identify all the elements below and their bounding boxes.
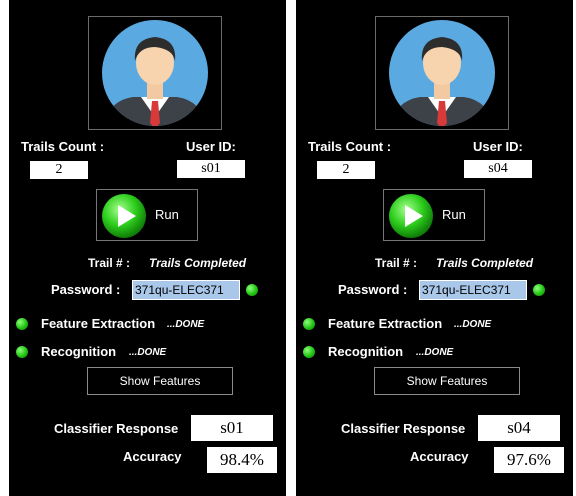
avatar [375,16,509,130]
recognition-status: ...DONE [416,347,454,358]
trail-status: Trails Completed [149,256,247,270]
password-input[interactable]: 371qu-ELEC371 [419,280,527,300]
classifier-response-field: s01 [191,415,273,441]
trails-count-field[interactable]: 2 [30,161,88,179]
trail-label: Trail # : [375,256,418,270]
user-avatar-icon [102,20,208,126]
trails-count-label: Trails Count : [308,139,392,154]
play-icon [102,194,146,238]
feature-extraction-status: ...DONE [167,319,205,330]
accuracy-field: 97.6% [494,447,564,473]
run-label: Run [442,207,466,222]
user-id-label: User ID: [473,139,523,154]
accuracy-label: Accuracy [410,449,469,464]
run-button[interactable]: Run [383,189,485,241]
password-status-icon [533,284,545,296]
feature-extraction-status-icon [16,318,28,330]
user-panel-right: Trails Count : User ID: 2 s04 Run Trail … [296,0,573,496]
user-id-label: User ID: [186,139,236,154]
trail-label: Trail # : [88,256,131,270]
recognition-status: ...DONE [129,347,167,358]
feature-extraction-label: Feature Extraction [41,316,156,331]
trails-count-field[interactable]: 2 [317,161,375,179]
password-status-icon [246,284,258,296]
user-id-field[interactable]: s04 [464,160,532,178]
recognition-label: Recognition [41,344,117,359]
trail-status: Trails Completed [436,256,534,270]
classifier-response-label: Classifier Response [54,421,179,436]
classifier-response-field: s04 [478,415,560,441]
user-panel-left: Trails Count : User ID: 2 s01 Run Trail … [9,0,286,496]
feature-extraction-status: ...DONE [454,319,492,330]
recognition-status-icon [303,346,315,358]
recognition-label: Recognition [328,344,404,359]
feature-extraction-label: Feature Extraction [328,316,443,331]
feature-extraction-status-icon [303,318,315,330]
accuracy-label: Accuracy [123,449,182,464]
password-input[interactable]: 371qu-ELEC371 [132,280,240,300]
show-features-button[interactable]: Show Features [87,367,233,395]
user-avatar-icon [389,20,495,126]
run-label: Run [155,207,179,222]
play-icon [389,194,433,238]
avatar [88,16,222,130]
recognition-status-icon [16,346,28,358]
classifier-response-label: Classifier Response [341,421,466,436]
password-label: Password : [51,282,121,297]
accuracy-field: 98.4% [207,447,277,473]
run-button[interactable]: Run [96,189,198,241]
trails-count-label: Trails Count : [21,139,105,154]
user-id-field[interactable]: s01 [177,160,245,178]
show-features-button[interactable]: Show Features [374,367,520,395]
password-label: Password : [338,282,408,297]
